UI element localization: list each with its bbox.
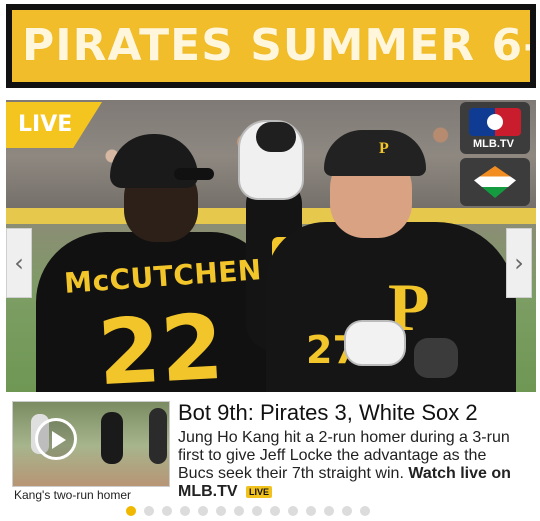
- pagination-dot[interactable]: [198, 506, 208, 516]
- chevron-right-icon: ›: [514, 249, 524, 277]
- pagination-dot[interactable]: [216, 506, 226, 516]
- left-player-visor: [174, 168, 214, 180]
- pagination-dot[interactable]: [252, 506, 262, 516]
- story-summary: Jung Ho Kang hit a 2-run homer during a …: [178, 429, 524, 501]
- helmet-logo: P: [379, 140, 389, 157]
- chevron-left-icon: ‹: [14, 249, 24, 277]
- carousel-pagination: [126, 506, 370, 516]
- right-player-sleeve: [414, 338, 458, 378]
- promo-banner[interactable]: PIRATES SUMMER 6-PAC: [6, 4, 536, 88]
- live-pill: LIVE: [246, 485, 273, 498]
- right-player-helmet: [324, 130, 426, 176]
- play-icon[interactable]: [35, 418, 77, 460]
- pagination-dot[interactable]: [360, 506, 370, 516]
- story-headline[interactable]: Bot 9th: Pirates 3, White Sox 2: [178, 400, 478, 426]
- video-thumbnail[interactable]: [12, 401, 170, 487]
- pagination-dot[interactable]: [306, 506, 316, 516]
- mlb-tv-label: MLB.TV: [473, 138, 514, 150]
- next-slide-button[interactable]: ›: [506, 228, 532, 298]
- pagination-dot[interactable]: [342, 506, 352, 516]
- pagination-dot[interactable]: [324, 506, 334, 516]
- thumbnail-player-middle: [101, 412, 123, 464]
- thumbnail-caption: Kang's two-run homer: [14, 488, 132, 502]
- pagination-dot[interactable]: [288, 506, 298, 516]
- pagination-dot[interactable]: [144, 506, 154, 516]
- pagination-dot[interactable]: [234, 506, 244, 516]
- batting-glove-strap: [256, 122, 296, 152]
- mlb-logo-icon: [469, 108, 521, 136]
- left-player-number: 22: [95, 294, 226, 392]
- pagination-dot[interactable]: [270, 506, 280, 516]
- pagination-dot[interactable]: [162, 506, 172, 516]
- previous-slide-button[interactable]: ‹: [6, 228, 32, 298]
- language-button[interactable]: [460, 158, 530, 206]
- pagination-dot[interactable]: [180, 506, 190, 516]
- right-player-glove: [344, 320, 406, 366]
- thumbnail-player-right: [149, 408, 167, 464]
- mlb-tv-button[interactable]: MLB.TV: [460, 102, 530, 154]
- live-badge-text: LIVE: [18, 112, 73, 137]
- india-flag-icon: [474, 166, 516, 198]
- hero-image[interactable]: McCUTCHEN 22 P P 27: [6, 100, 536, 392]
- promo-banner-text: PIRATES SUMMER 6-PAC: [22, 20, 530, 71]
- pagination-dot[interactable]: [126, 506, 136, 516]
- promo-banner-inner: PIRATES SUMMER 6-PAC: [9, 7, 533, 85]
